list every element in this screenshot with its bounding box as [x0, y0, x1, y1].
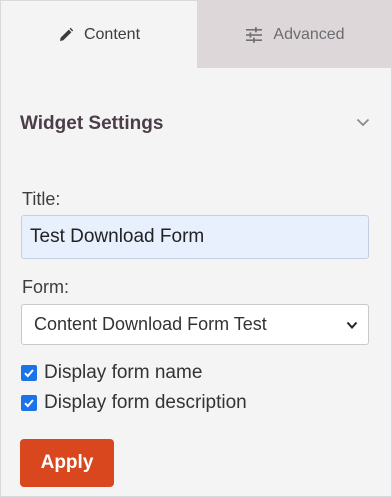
tab-advanced[interactable]: Advanced: [197, 1, 392, 68]
title-input[interactable]: [21, 215, 369, 259]
form-select-value: Content Download Form Test: [34, 314, 267, 334]
section-title: Widget Settings: [20, 113, 164, 134]
sliders-icon: [245, 26, 263, 43]
tab-advanced-label: Advanced: [273, 25, 345, 43]
widget-settings-panel: Content Advanced Widget Settings Title: …: [0, 0, 392, 497]
widget-settings-header[interactable]: Widget Settings: [20, 109, 372, 139]
chevron-down-icon[interactable]: [354, 113, 372, 136]
form-label: Form:: [22, 277, 69, 297]
display-form-description-checkbox[interactable]: [21, 395, 37, 411]
display-form-name-option[interactable]: Display form name: [21, 362, 202, 384]
display-form-description-label: Display form description: [44, 392, 247, 413]
display-form-description-option[interactable]: Display form description: [21, 392, 247, 414]
display-form-name-label: Display form name: [44, 362, 203, 383]
tab-content[interactable]: Content: [1, 1, 197, 68]
select-chevron-icon: [346, 314, 358, 335]
display-form-name-checkbox[interactable]: [21, 365, 37, 381]
pencil-icon: [58, 27, 74, 43]
form-select[interactable]: Content Download Form Test: [21, 304, 369, 345]
tab-content-label: Content: [83, 25, 141, 43]
title-label: Title:: [22, 189, 61, 209]
tab-bar: Content Advanced: [1, 1, 392, 68]
apply-button[interactable]: Apply: [20, 439, 114, 487]
